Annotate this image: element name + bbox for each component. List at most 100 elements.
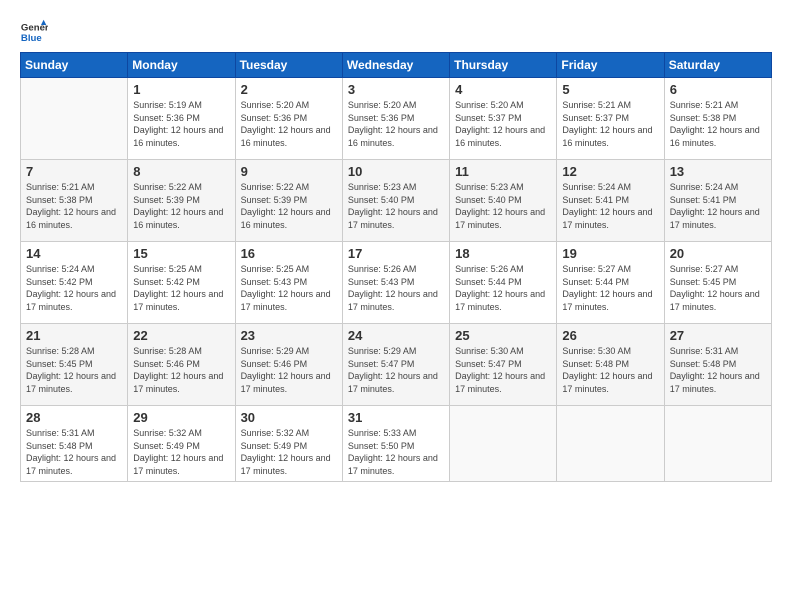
day-number: 21 (26, 328, 122, 343)
calendar-cell: 25 Sunrise: 5:30 AMSunset: 5:47 PMDayligh… (450, 324, 557, 406)
calendar-cell: 3 Sunrise: 5:20 AMSunset: 5:36 PMDaylight… (342, 78, 449, 160)
day-number: 4 (455, 82, 551, 97)
column-header-thursday: Thursday (450, 53, 557, 78)
cell-info: Sunrise: 5:23 AMSunset: 5:40 PMDaylight:… (348, 181, 444, 231)
day-number: 30 (241, 410, 337, 425)
day-number: 12 (562, 164, 658, 179)
cell-info: Sunrise: 5:27 AMSunset: 5:45 PMDaylight:… (670, 263, 766, 313)
logo: General Blue (20, 18, 48, 46)
cell-info: Sunrise: 5:22 AMSunset: 5:39 PMDaylight:… (241, 181, 337, 231)
calendar-cell: 14 Sunrise: 5:24 AMSunset: 5:42 PMDayligh… (21, 242, 128, 324)
calendar-cell (450, 406, 557, 482)
column-header-friday: Friday (557, 53, 664, 78)
cell-info: Sunrise: 5:30 AMSunset: 5:48 PMDaylight:… (562, 345, 658, 395)
cell-info: Sunrise: 5:21 AMSunset: 5:38 PMDaylight:… (670, 99, 766, 149)
cell-info: Sunrise: 5:33 AMSunset: 5:50 PMDaylight:… (348, 427, 444, 477)
cell-info: Sunrise: 5:28 AMSunset: 5:46 PMDaylight:… (133, 345, 229, 395)
column-header-monday: Monday (128, 53, 235, 78)
calendar-cell: 5 Sunrise: 5:21 AMSunset: 5:37 PMDaylight… (557, 78, 664, 160)
day-number: 10 (348, 164, 444, 179)
page: General Blue SundayMondayTuesdayWednesda… (0, 0, 792, 612)
day-number: 11 (455, 164, 551, 179)
cell-info: Sunrise: 5:20 AMSunset: 5:36 PMDaylight:… (348, 99, 444, 149)
calendar-cell: 28Sunrise: 5:31 AMSunset: 5:48 PMDayligh… (21, 406, 128, 482)
cell-info: Sunrise: 5:22 AMSunset: 5:39 PMDaylight:… (133, 181, 229, 231)
logo-icon: General Blue (20, 18, 48, 46)
cell-info: Sunrise: 5:29 AMSunset: 5:46 PMDaylight:… (241, 345, 337, 395)
cell-info: Sunrise: 5:28 AMSunset: 5:45 PMDaylight:… (26, 345, 122, 395)
calendar-cell: 10 Sunrise: 5:23 AMSunset: 5:40 PMDayligh… (342, 160, 449, 242)
calendar-cell: 15 Sunrise: 5:25 AMSunset: 5:42 PMDayligh… (128, 242, 235, 324)
cell-info: Sunrise: 5:19 AMSunset: 5:36 PMDaylight:… (133, 99, 229, 149)
day-number: 5 (562, 82, 658, 97)
day-number: 18 (455, 246, 551, 261)
calendar-cell: 20 Sunrise: 5:27 AMSunset: 5:45 PMDayligh… (664, 242, 771, 324)
cell-info: Sunrise: 5:24 AMSunset: 5:42 PMDaylight:… (26, 263, 122, 313)
calendar-cell: 23Sunrise: 5:29 AMSunset: 5:46 PMDayligh… (235, 324, 342, 406)
cell-info: Sunrise: 5:20 AMSunset: 5:36 PMDaylight:… (241, 99, 337, 149)
cell-info: Sunrise: 5:26 AMSunset: 5:44 PMDaylight:… (455, 263, 551, 313)
calendar-cell: 2 Sunrise: 5:20 AMSunset: 5:36 PMDaylight… (235, 78, 342, 160)
cell-info: Sunrise: 5:21 AMSunset: 5:38 PMDaylight:… (26, 181, 122, 231)
cell-info: Sunrise: 5:25 AMSunset: 5:42 PMDaylight:… (133, 263, 229, 313)
day-number: 20 (670, 246, 766, 261)
calendar: SundayMondayTuesdayWednesdayThursdayFrid… (20, 52, 772, 482)
calendar-cell: 6 Sunrise: 5:21 AMSunset: 5:38 PMDaylight… (664, 78, 771, 160)
calendar-header-row: SundayMondayTuesdayWednesdayThursdayFrid… (21, 53, 772, 78)
calendar-cell: 31 Sunrise: 5:33 AMSunset: 5:50 PMDayligh… (342, 406, 449, 482)
calendar-cell: 1 Sunrise: 5:19 AMSunset: 5:36 PMDaylight… (128, 78, 235, 160)
calendar-week-row: 28Sunrise: 5:31 AMSunset: 5:48 PMDayligh… (21, 406, 772, 482)
calendar-cell: 26Sunrise: 5:30 AMSunset: 5:48 PMDayligh… (557, 324, 664, 406)
cell-info: Sunrise: 5:20 AMSunset: 5:37 PMDaylight:… (455, 99, 551, 149)
cell-info: Sunrise: 5:32 AMSunset: 5:49 PMDaylight:… (133, 427, 229, 477)
day-number: 1 (133, 82, 229, 97)
cell-info: Sunrise: 5:21 AMSunset: 5:37 PMDaylight:… (562, 99, 658, 149)
cell-info: Sunrise: 5:27 AMSunset: 5:44 PMDaylight:… (562, 263, 658, 313)
day-number: 6 (670, 82, 766, 97)
calendar-cell: 30 Sunrise: 5:32 AMSunset: 5:49 PMDayligh… (235, 406, 342, 482)
calendar-week-row: 1 Sunrise: 5:19 AMSunset: 5:36 PMDaylight… (21, 78, 772, 160)
calendar-cell (21, 78, 128, 160)
calendar-week-row: 14 Sunrise: 5:24 AMSunset: 5:42 PMDayligh… (21, 242, 772, 324)
calendar-week-row: 7 Sunrise: 5:21 AMSunset: 5:38 PMDaylight… (21, 160, 772, 242)
calendar-cell: 13Sunrise: 5:24 AMSunset: 5:41 PMDayligh… (664, 160, 771, 242)
day-number: 3 (348, 82, 444, 97)
calendar-cell: 22 Sunrise: 5:28 AMSunset: 5:46 PMDayligh… (128, 324, 235, 406)
day-number: 19 (562, 246, 658, 261)
day-number: 25 (455, 328, 551, 343)
calendar-cell (664, 406, 771, 482)
day-number: 22 (133, 328, 229, 343)
day-number: 15 (133, 246, 229, 261)
cell-info: Sunrise: 5:29 AMSunset: 5:47 PMDaylight:… (348, 345, 444, 395)
day-number: 14 (26, 246, 122, 261)
cell-info: Sunrise: 5:32 AMSunset: 5:49 PMDaylight:… (241, 427, 337, 477)
day-number: 9 (241, 164, 337, 179)
calendar-cell: 12 Sunrise: 5:24 AMSunset: 5:41 PMDayligh… (557, 160, 664, 242)
day-number: 29 (133, 410, 229, 425)
day-number: 27 (670, 328, 766, 343)
cell-info: Sunrise: 5:24 AMSunset: 5:41 PMDaylight:… (562, 181, 658, 231)
calendar-cell: 21 Sunrise: 5:28 AMSunset: 5:45 PMDayligh… (21, 324, 128, 406)
calendar-cell: 29 Sunrise: 5:32 AMSunset: 5:49 PMDayligh… (128, 406, 235, 482)
column-header-tuesday: Tuesday (235, 53, 342, 78)
calendar-cell: 18 Sunrise: 5:26 AMSunset: 5:44 PMDayligh… (450, 242, 557, 324)
day-number: 17 (348, 246, 444, 261)
cell-info: Sunrise: 5:30 AMSunset: 5:47 PMDaylight:… (455, 345, 551, 395)
day-number: 24 (348, 328, 444, 343)
day-number: 31 (348, 410, 444, 425)
calendar-week-row: 21 Sunrise: 5:28 AMSunset: 5:45 PMDayligh… (21, 324, 772, 406)
calendar-cell: 7 Sunrise: 5:21 AMSunset: 5:38 PMDaylight… (21, 160, 128, 242)
day-number: 13 (670, 164, 766, 179)
svg-text:Blue: Blue (21, 33, 42, 44)
calendar-cell: 27Sunrise: 5:31 AMSunset: 5:48 PMDayligh… (664, 324, 771, 406)
column-header-sunday: Sunday (21, 53, 128, 78)
calendar-cell: 16Sunrise: 5:25 AMSunset: 5:43 PMDayligh… (235, 242, 342, 324)
day-number: 7 (26, 164, 122, 179)
cell-info: Sunrise: 5:23 AMSunset: 5:40 PMDaylight:… (455, 181, 551, 231)
day-number: 8 (133, 164, 229, 179)
column-header-wednesday: Wednesday (342, 53, 449, 78)
day-number: 16 (241, 246, 337, 261)
day-number: 2 (241, 82, 337, 97)
day-number: 28 (26, 410, 122, 425)
calendar-cell: 17Sunrise: 5:26 AMSunset: 5:43 PMDayligh… (342, 242, 449, 324)
